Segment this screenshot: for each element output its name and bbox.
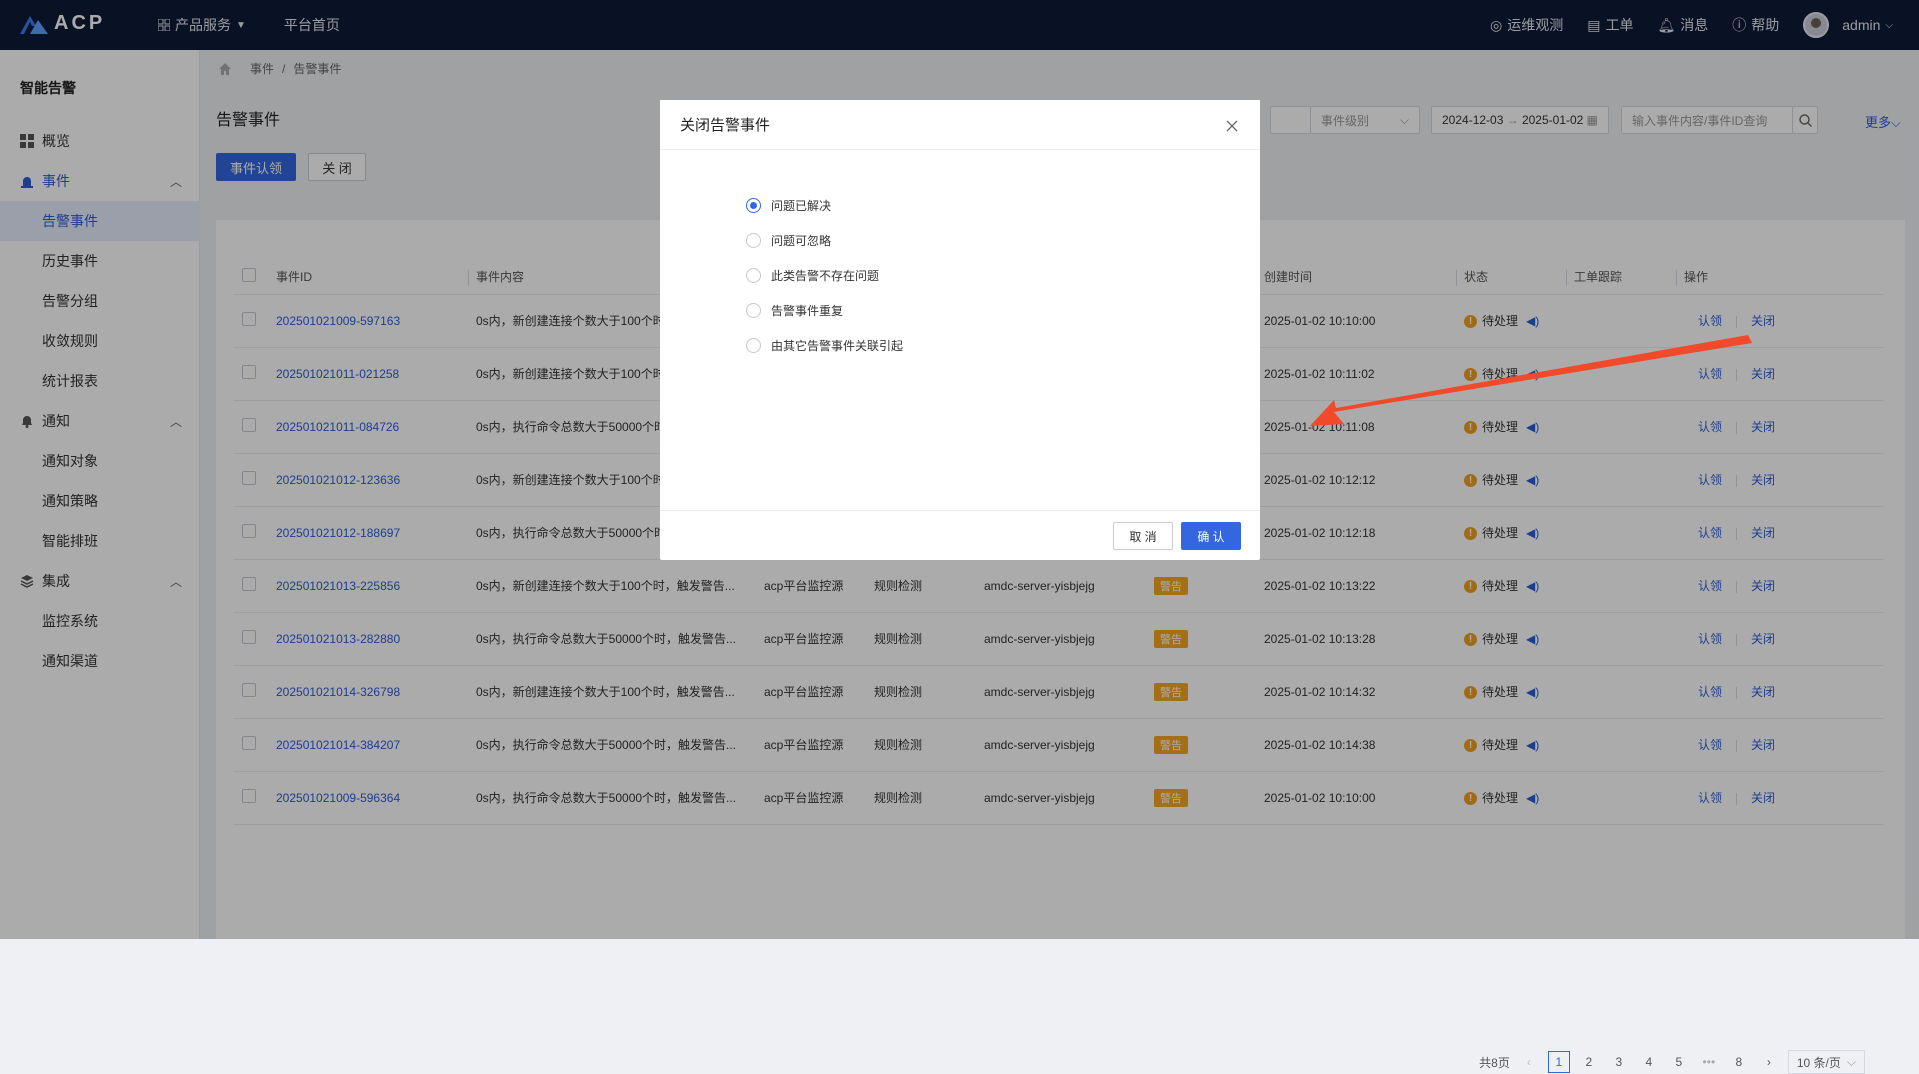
page-button[interactable]: 2 bbox=[1578, 1051, 1600, 1073]
prev-page-button[interactable]: ‹ bbox=[1518, 1051, 1540, 1073]
page-button[interactable]: 1 bbox=[1547, 1051, 1570, 1073]
close-alert-dialog: 关闭告警事件 问题已解决 问题可忽略 此类告警不存在问题 告警事件重复 由其它告… bbox=[660, 100, 1260, 560]
dialog-title: 关闭告警事件 bbox=[680, 117, 771, 134]
confirm-button[interactable]: 确 认 bbox=[1181, 522, 1241, 550]
reason-option-related[interactable]: 由其它告警事件关联引起 bbox=[746, 328, 903, 363]
page-button[interactable]: 4 bbox=[1638, 1051, 1660, 1073]
radio-button[interactable] bbox=[746, 198, 761, 213]
reason-label: 此类告警不存在问题 bbox=[771, 269, 880, 283]
page-size-label: 10 条/页 bbox=[1796, 1055, 1841, 1070]
next-page-button[interactable]: › bbox=[1758, 1051, 1780, 1073]
reason-option-resolved[interactable]: 问题已解决 bbox=[746, 188, 903, 223]
radio-button[interactable] bbox=[746, 338, 761, 353]
pagination: 共8页 ‹ 1 2 3 4 5 ••• 8 › 10 条/页 ⌵ bbox=[1479, 1050, 1865, 1074]
radio-button[interactable] bbox=[746, 303, 761, 318]
reason-option-no-problem[interactable]: 此类告警不存在问题 bbox=[746, 258, 903, 293]
reason-label: 告警事件重复 bbox=[771, 304, 844, 318]
page-button[interactable]: 5 bbox=[1668, 1051, 1690, 1073]
radio-button[interactable] bbox=[746, 268, 761, 283]
reason-option-duplicate[interactable]: 告警事件重复 bbox=[746, 293, 903, 328]
reason-label: 由其它告警事件关联引起 bbox=[771, 339, 904, 353]
page-button[interactable]: 3 bbox=[1608, 1051, 1630, 1073]
close-icon[interactable] bbox=[1224, 118, 1240, 134]
close-reason-group: 问题已解决 问题可忽略 此类告警不存在问题 告警事件重复 由其它告警事件关联引起 bbox=[746, 188, 903, 363]
page-ellipsis[interactable]: ••• bbox=[1698, 1051, 1720, 1073]
radio-button[interactable] bbox=[746, 233, 761, 248]
reason-option-ignorable[interactable]: 问题可忽略 bbox=[746, 223, 903, 258]
page-size-select[interactable]: 10 条/页 ⌵ bbox=[1787, 1050, 1865, 1074]
page-button[interactable]: 8 bbox=[1728, 1051, 1750, 1073]
chevron-down-icon: ⌵ bbox=[1846, 1054, 1856, 1069]
dialog-footer: 取 消 确 认 bbox=[660, 510, 1260, 560]
dialog-header: 关闭告警事件 bbox=[660, 100, 1260, 150]
reason-label: 问题已解决 bbox=[771, 199, 832, 213]
reason-label: 问题可忽略 bbox=[771, 234, 832, 248]
page-total: 共8页 bbox=[1479, 1055, 1510, 1070]
cancel-button[interactable]: 取 消 bbox=[1113, 522, 1173, 550]
